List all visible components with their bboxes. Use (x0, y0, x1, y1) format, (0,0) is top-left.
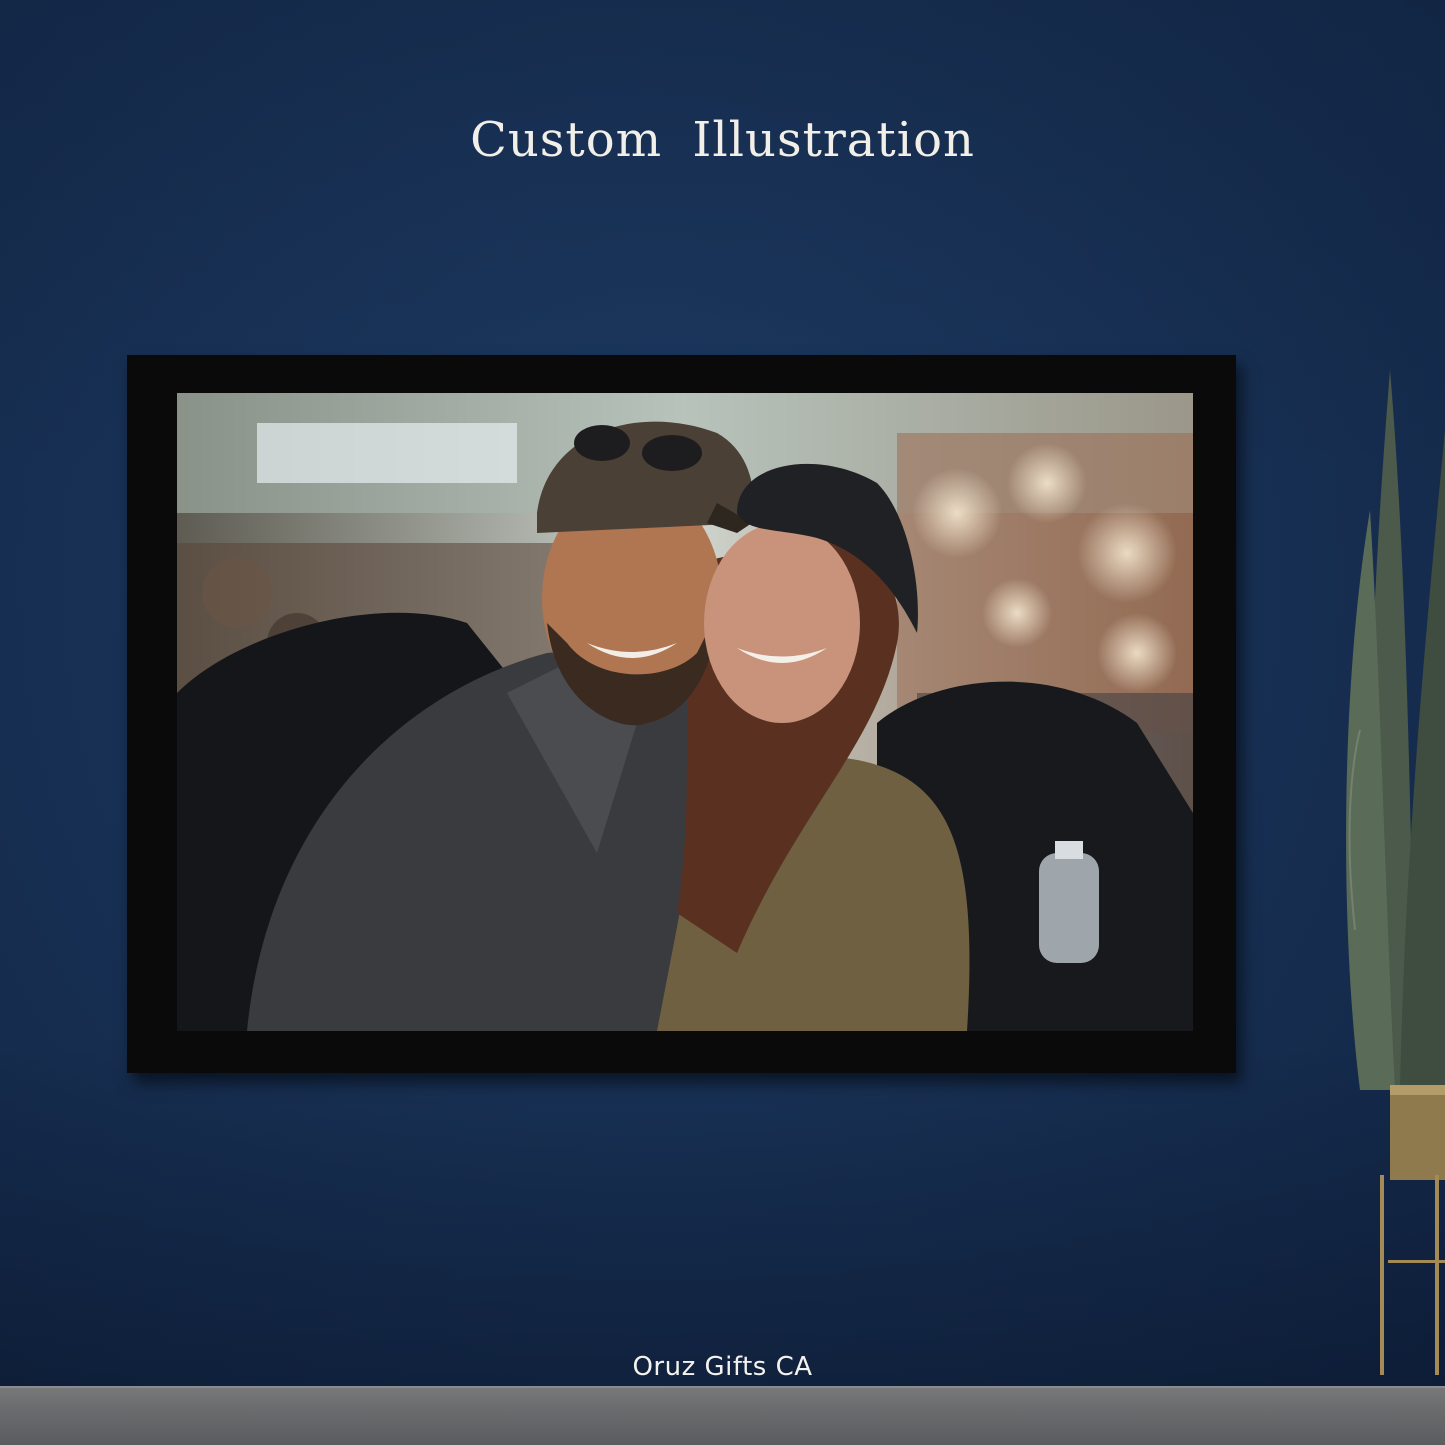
picture-frame (127, 355, 1236, 1073)
floor (0, 1388, 1445, 1445)
brass-planter-icon (1380, 1085, 1445, 1375)
page-title: Custom Illustration (470, 112, 975, 168)
brand-caption: Oruz Gifts CA (632, 1352, 813, 1382)
portrait-illustration-icon (177, 393, 1193, 1031)
framed-artwork (177, 393, 1193, 1031)
snake-plant-icon (1346, 370, 1445, 1375)
